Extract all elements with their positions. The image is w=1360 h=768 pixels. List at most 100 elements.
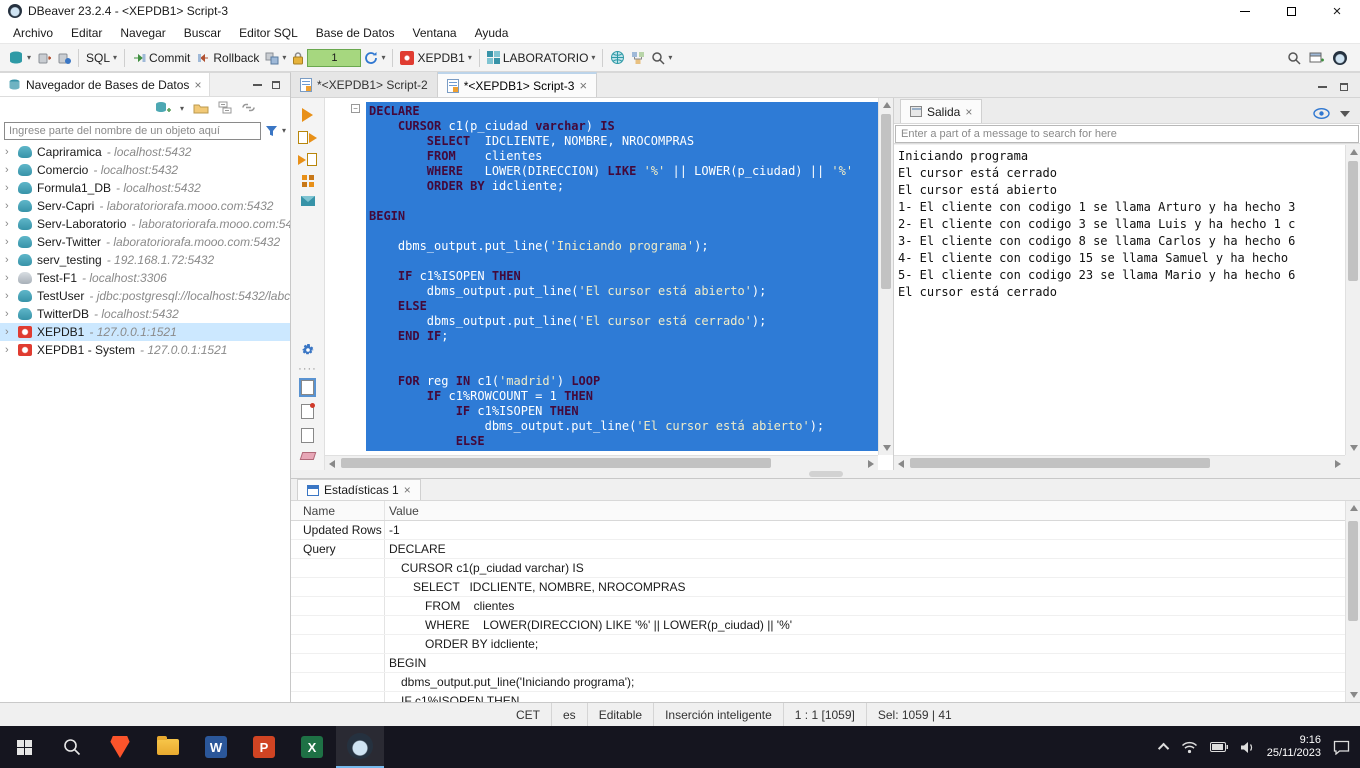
execute-statement-icon[interactable]	[302, 108, 313, 122]
scrollbar-thumb[interactable]	[881, 114, 891, 289]
scroll-up-arrow[interactable]	[1350, 505, 1358, 511]
dbeaver-perspective-icon[interactable]	[1333, 50, 1347, 65]
value-column-header[interactable]: Value	[385, 501, 1345, 520]
toggle-results-panel-icon[interactable]	[299, 378, 316, 397]
filter-funnel-icon[interactable]	[265, 125, 278, 137]
table-row[interactable]: dbms_output.put_line('Iniciando programa…	[291, 673, 1345, 692]
close-button[interactable]: ×	[1314, 0, 1360, 22]
network-button[interactable]	[607, 48, 628, 67]
scroll-right-arrow[interactable]	[1335, 460, 1341, 468]
expander-icon[interactable]: ›	[5, 326, 15, 338]
expander-icon[interactable]: ›	[5, 164, 15, 176]
tray-expand-icon[interactable]	[1157, 742, 1169, 755]
powerpoint-button[interactable]: P	[240, 726, 288, 768]
connection-selector[interactable]: XEPDB1 ▾	[397, 49, 474, 67]
brave-browser-button[interactable]	[96, 726, 144, 768]
scroll-up-arrow[interactable]	[883, 102, 891, 108]
expander-icon[interactable]: ›	[5, 272, 15, 284]
tree-item[interactable]: › Serv-Twitter laboratoriorafa.mooo.com:…	[0, 233, 290, 251]
tree-item[interactable]: › Serv-Capri laboratoriorafa.mooo.com:54…	[0, 197, 290, 215]
table-row[interactable]: BEGIN	[291, 654, 1345, 673]
output-search-input[interactable]	[895, 125, 1359, 143]
open-perspective-icon[interactable]	[1309, 51, 1325, 65]
table-row[interactable]: FROM clientes	[291, 597, 1345, 616]
commit-mode-button[interactable]	[34, 49, 54, 67]
scrollbar-thumb[interactable]	[1348, 161, 1358, 281]
menu-item[interactable]: Navegar	[111, 23, 174, 43]
statistics-tab[interactable]: Estadísticas 1 ×	[297, 479, 421, 500]
output-vertical-scrollbar[interactable]	[1345, 145, 1360, 455]
menu-item[interactable]: Buscar	[175, 23, 230, 43]
dbeaver-taskbar-button[interactable]	[336, 726, 384, 768]
tree-item[interactable]: › Comercio localhost:5432	[0, 161, 290, 179]
menu-item[interactable]: Ayuda	[466, 23, 518, 43]
unsaved-document-icon[interactable]	[301, 403, 315, 419]
refresh-button[interactable]: ▾	[361, 49, 388, 67]
navigator-tab[interactable]: Navegador de Bases de Datos ×	[0, 73, 211, 96]
table-row[interactable]: IF c1%ISOPEN THEN	[291, 692, 1345, 702]
tree-item[interactable]: › serv_testing 192.168.1.72:5432	[0, 251, 290, 269]
tree-item[interactable]: › XEPDB1 127.0.0.1:1521	[0, 323, 290, 341]
close-icon[interactable]: ×	[579, 79, 587, 92]
expander-icon[interactable]: ›	[5, 146, 15, 158]
scroll-left-arrow[interactable]	[329, 460, 335, 468]
sash-grip[interactable]	[808, 471, 843, 477]
execute-script-icon[interactable]	[298, 131, 317, 144]
editor-tab[interactable]: *<XEPDB1> Script-3 ×	[437, 72, 598, 97]
tree-item[interactable]: › Serv-Laboratorio laboratoriorafa.mooo.…	[0, 215, 290, 233]
start-button[interactable]	[0, 726, 48, 768]
menu-item[interactable]: Editor SQL	[230, 23, 307, 43]
taskbar-search-button[interactable]	[48, 726, 96, 768]
tree-item[interactable]: › Capriramica localhost:5432	[0, 143, 290, 161]
table-row[interactable]: CURSOR c1(p_ciudad varchar) IS	[291, 559, 1345, 578]
export-results-icon[interactable]	[300, 196, 315, 206]
scroll-down-arrow[interactable]	[1350, 445, 1358, 451]
table-row[interactable]: ORDER BY idcliente;	[291, 635, 1345, 654]
explain-plan-icon[interactable]	[301, 175, 314, 187]
scroll-down-arrow[interactable]	[883, 445, 891, 451]
table-row[interactable]: WHERE LOWER(DIRECCION) LIKE '%' || LOWER…	[291, 616, 1345, 635]
close-icon[interactable]: ×	[404, 483, 411, 497]
battery-icon[interactable]	[1209, 742, 1228, 752]
code-editor-selection[interactable]: DECLARE CURSOR c1(p_ciudad varchar) IS S…	[366, 102, 878, 451]
scroll-down-arrow[interactable]	[1350, 692, 1358, 698]
maximize-panel-icon[interactable]	[1340, 83, 1348, 91]
tree-item[interactable]: › TwitterDB localhost:5432	[0, 305, 290, 323]
eye-icon[interactable]	[1313, 108, 1330, 119]
scroll-up-arrow[interactable]	[1350, 149, 1358, 155]
document-icon[interactable]	[301, 428, 314, 443]
sql-menu-button[interactable]: SQL ▾	[83, 49, 120, 67]
tree-item[interactable]: › XEPDB1 - System 127.0.0.1:1521	[0, 341, 290, 359]
new-connection-small-button[interactable]	[155, 101, 171, 117]
quick-search-icon[interactable]	[1287, 51, 1301, 65]
word-button[interactable]: W	[192, 726, 240, 768]
scrollbar-thumb[interactable]	[1348, 521, 1358, 621]
minimize-button[interactable]	[1222, 0, 1268, 22]
commit-button[interactable]: Commit	[129, 49, 193, 67]
editor-tab[interactable]: *<XEPDB1> Script-2 ×	[291, 72, 438, 97]
editor-horizontal-scrollbar[interactable]	[325, 455, 878, 470]
fold-collapse-icon[interactable]: −	[351, 104, 360, 113]
scrollbar-thumb[interactable]	[910, 458, 1210, 468]
collapse-all-button[interactable]	[218, 101, 232, 117]
new-folder-button[interactable]	[193, 102, 209, 117]
tree-item[interactable]: › Test-F1 localhost:3306	[0, 269, 290, 287]
navigator-filter-input[interactable]	[4, 122, 261, 140]
table-row[interactable]: Updated Rows -1	[291, 521, 1345, 540]
editor-vertical-scrollbar[interactable]	[878, 98, 893, 455]
horizontal-sash[interactable]	[291, 470, 1360, 478]
close-icon[interactable]: ×	[965, 105, 972, 119]
menu-item[interactable]: Base de Datos	[307, 23, 404, 43]
expander-icon[interactable]: ›	[5, 290, 15, 302]
clear-icon[interactable]	[299, 452, 316, 460]
network-wifi-icon[interactable]	[1181, 741, 1198, 754]
auto-commit-button[interactable]	[54, 49, 74, 67]
settings-gear-icon[interactable]	[300, 342, 316, 358]
statistics-vertical-scrollbar[interactable]	[1345, 501, 1360, 702]
tree-item[interactable]: › Formula1_DB localhost:5432	[0, 179, 290, 197]
rollback-button[interactable]: Rollback	[193, 49, 262, 67]
output-horizontal-scrollbar[interactable]	[894, 455, 1345, 470]
tree-item[interactable]: › TestUser jdbc:postgresql://localhost:5…	[0, 287, 290, 305]
output-tab[interactable]: Salida ×	[900, 99, 983, 123]
expander-icon[interactable]: ›	[5, 254, 15, 266]
